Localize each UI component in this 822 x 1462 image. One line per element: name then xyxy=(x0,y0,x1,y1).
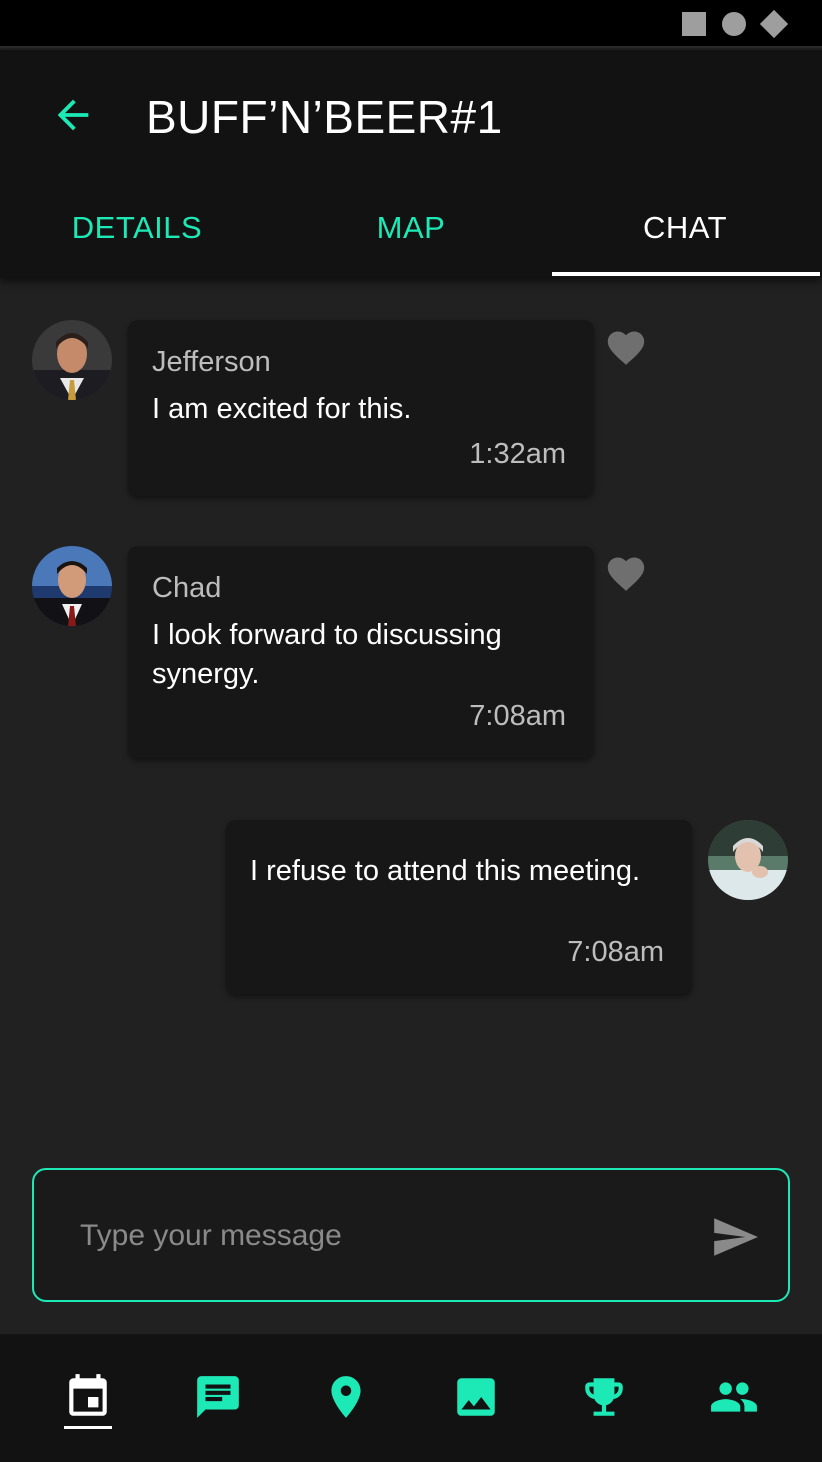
nav-people[interactable] xyxy=(709,1372,759,1422)
message-text: I refuse to attend this meeting. xyxy=(250,855,641,887)
people-icon xyxy=(711,1382,757,1412)
nav-active-indicator xyxy=(64,1426,112,1429)
message-bubble[interactable]: Chad I look forward to discussing synerg… xyxy=(128,546,594,758)
message-time: 7:08am xyxy=(469,700,566,732)
avatar-jefferson[interactable] xyxy=(32,320,112,400)
heart-icon xyxy=(607,557,645,591)
tab-chat[interactable]: CHAT xyxy=(548,178,822,278)
send-icon xyxy=(714,1218,758,1256)
bottom-nav xyxy=(0,1334,822,1462)
nav-chat[interactable] xyxy=(193,1372,243,1422)
location-pin-icon xyxy=(331,1376,361,1418)
tab-details[interactable]: DETAILS xyxy=(0,178,274,278)
send-button[interactable] xyxy=(710,1212,760,1262)
tab-map[interactable]: MAP xyxy=(274,178,548,278)
circle-icon xyxy=(722,12,746,36)
nav-gallery[interactable] xyxy=(451,1372,501,1422)
avatar-image xyxy=(32,546,112,626)
own-message-bubble[interactable]: I refuse to attend this meeting. 7:08am xyxy=(226,820,692,994)
avatar-image xyxy=(708,820,788,900)
message-sender: Jefferson xyxy=(152,346,271,378)
trophy-icon xyxy=(585,1378,623,1416)
chat-list: Jefferson I am excited for this. 1:32am … xyxy=(0,278,822,1138)
message-composer xyxy=(32,1168,790,1302)
nav-calendar[interactable] xyxy=(63,1372,113,1422)
message-time: 1:32am xyxy=(469,438,566,470)
nav-location[interactable] xyxy=(321,1372,371,1422)
message-bubble[interactable]: Jefferson I am excited for this. 1:32am xyxy=(128,320,594,496)
heart-icon xyxy=(607,331,645,365)
diamond-icon xyxy=(759,9,789,39)
image-icon xyxy=(457,1378,495,1416)
avatar-chad[interactable] xyxy=(32,546,112,626)
nav-trophy[interactable] xyxy=(579,1372,629,1422)
arrow-back-icon xyxy=(57,99,89,131)
avatar-image xyxy=(32,320,112,400)
app-bar: BUFF’N’BEER#1 DETAILS MAP CHAT xyxy=(0,50,822,278)
square-icon xyxy=(682,12,706,36)
message-input[interactable] xyxy=(80,1210,660,1262)
tab-indicator xyxy=(552,272,820,276)
message-time: 7:08am xyxy=(567,936,664,968)
message-sender: Chad xyxy=(152,572,222,604)
message-text: I am excited for this. xyxy=(152,393,412,425)
calendar-icon xyxy=(69,1374,107,1416)
page-title: BUFF’N’BEER#1 xyxy=(146,91,503,143)
avatar-self[interactable] xyxy=(708,820,788,900)
tab-bar: DETAILS MAP CHAT xyxy=(0,178,822,278)
like-button[interactable] xyxy=(604,552,648,592)
status-bar xyxy=(0,0,822,48)
like-button[interactable] xyxy=(604,326,648,366)
chat-icon xyxy=(197,1376,239,1418)
back-button[interactable] xyxy=(50,92,96,138)
message-text: I look forward to discussing synergy. xyxy=(152,619,502,690)
